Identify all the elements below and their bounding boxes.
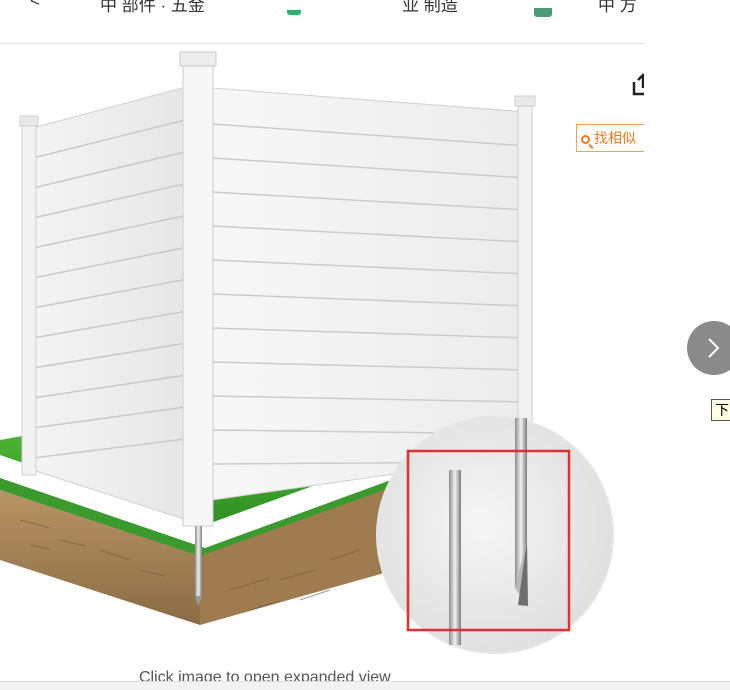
nav-item-3[interactable]: 中 方 [598,0,637,16]
find-similar-label: 找相似 [594,130,636,146]
nav-back-glyph[interactable]: < [30,0,40,11]
nav-green-indicator [287,10,301,15]
chevron-right-icon [708,338,720,358]
nav-green-badge-icon [534,8,552,17]
search-icon [581,135,590,144]
product-main-image[interactable] [0,44,644,674]
top-nav-bar: < 中 部件 · 五金 业 制造 中 方 [0,0,644,44]
next-tooltip: 下 [711,399,730,421]
nav-item-2[interactable]: 业 制造 [402,0,458,16]
nav-item-1[interactable]: 中 部件 · 五金 [100,0,205,16]
find-similar-button[interactable]: 找相似 [576,124,646,152]
